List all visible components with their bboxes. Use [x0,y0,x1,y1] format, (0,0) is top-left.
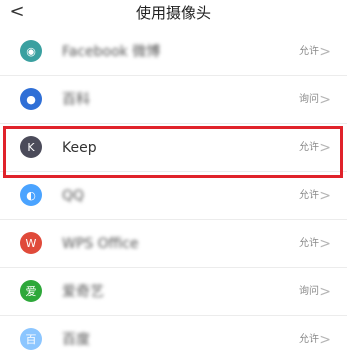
person-icon: ● [20,88,42,110]
chevron-right-icon: > [319,332,331,348]
chevron-right-icon: > [319,140,331,156]
list-item[interactable]: ● 百科 询问 > [0,76,347,124]
permission-status: 允许 [299,46,319,57]
chevron-right-icon: > [319,236,331,252]
permission-status: 允许 [299,334,319,345]
list-item[interactable]: ◐ QQ 允许 > [0,172,347,220]
chevron-right-icon: > [319,188,331,204]
list-item[interactable]: K Keep 允许 > [0,124,347,172]
permission-status: 允许 [299,190,319,201]
chevron-right-icon: > [319,284,331,300]
list-item[interactable]: W WPS Office 允许 > [0,220,347,268]
permission-status: 允许 [299,142,319,153]
list-item[interactable]: ◉ Facebook 微博 允许 > [0,28,347,76]
app-name: Keep [62,140,97,156]
chevron-right-icon: > [319,92,331,108]
qq-penguin-icon: ◐ [20,184,42,206]
wps-icon: W [20,232,42,254]
list-item[interactable]: 爱 爱奇艺 询问 > [0,268,347,316]
iqiyi-icon: 爱 [20,280,42,302]
app-name: QQ [62,188,85,204]
app-name: Facebook 微博 [62,44,161,60]
chevron-right-icon: > [319,44,331,60]
page-title: 使用摄像头 [135,4,211,22]
header-bar: < 使用摄像头 [0,0,347,28]
app-name: WPS Office [62,236,139,252]
keep-k-icon: K [20,136,42,158]
camera-robot-icon: ◉ [20,40,42,62]
app-permission-list: ◉ Facebook 微博 允许 > ● 百科 询问 > K Keep 允许 >… [0,28,347,353]
app-name: 百度 [62,332,90,348]
app-name: 百科 [62,92,90,108]
permission-status: 询问 [299,286,319,297]
app-name: 爱奇艺 [62,284,104,300]
baidu-icon: 百 [20,328,42,350]
list-item[interactable]: 百 百度 允许 > [0,316,347,353]
permission-status: 询问 [299,94,319,105]
permission-status: 允许 [299,238,319,249]
